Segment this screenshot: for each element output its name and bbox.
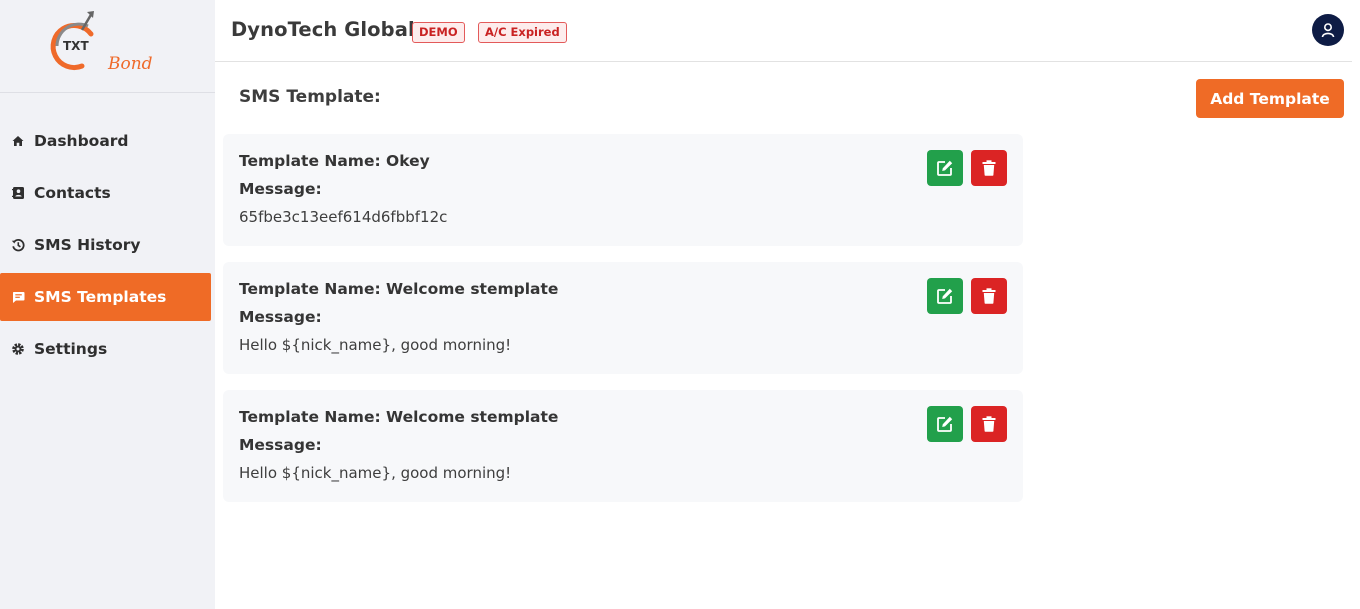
message-label: Message: [239,308,322,326]
top-bar: DynoTech Global DEMO A/C Expired [215,0,1352,62]
message-label: Message: [239,436,322,454]
history-icon [11,238,25,252]
contacts-icon [11,186,25,200]
trash-icon [982,160,996,176]
template-card: Template Name: Welcome stemplate Message… [223,262,1023,374]
sidebar-item-settings[interactable]: Settings [0,325,211,373]
sidebar-item-contacts[interactable]: Contacts [0,169,211,217]
edit-icon [937,416,953,432]
company-name: DynoTech Global [231,18,415,41]
template-name: Template Name: Okey [239,152,430,170]
template-name: Template Name: Welcome stemplate [239,280,559,298]
sidebar-divider [0,92,215,93]
trash-icon [982,288,996,304]
page-title: SMS Template: [239,87,381,107]
message-label: Message: [239,180,322,198]
txtbond-logo[interactable]: TXT Bond [46,8,156,78]
message-text: 65fbe3c13eef614d6fbbf12c [239,208,448,226]
account-expired-badge: A/C Expired [478,22,567,43]
template-card: Template Name: Welcome stemplate Message… [223,390,1023,502]
template-card: Template Name: Okey Message: 65fbe3c13ee… [223,134,1023,246]
sidebar-item-label: Dashboard [34,132,129,150]
sidebar-item-label: Contacts [34,184,111,202]
edit-template-button[interactable] [927,150,963,186]
trash-icon [982,416,996,432]
delete-template-button[interactable] [971,150,1007,186]
message-text: Hello ${nick_name}, good morning! [239,464,512,482]
edit-icon [937,288,953,304]
sidebar-item-label: SMS Templates [34,288,167,306]
logo-wordmark: Bond [108,54,153,74]
message-icon [11,290,25,304]
edit-icon [937,160,953,176]
sidebar-nav: Dashboard Contacts SMS History SMS Templ… [0,117,215,377]
delete-template-button[interactable] [971,406,1007,442]
template-name: Template Name: Welcome stemplate [239,408,559,426]
edit-template-button[interactable] [927,278,963,314]
home-icon [11,134,25,148]
delete-template-button[interactable] [971,278,1007,314]
sidebar-item-sms-templates[interactable]: SMS Templates [0,273,211,321]
sidebar-item-label: Settings [34,340,108,358]
add-template-button[interactable]: Add Template [1196,79,1344,118]
sidebar: TXT Bond Dashboard Contacts SMS History [0,0,215,609]
sidebar-item-dashboard[interactable]: Dashboard [0,117,211,165]
user-icon [1321,23,1335,38]
sidebar-item-label: SMS History [34,236,141,254]
gear-icon [11,342,25,356]
demo-badge: DEMO [412,22,465,43]
message-text: Hello ${nick_name}, good morning! [239,336,512,354]
svg-text:TXT: TXT [63,39,89,53]
user-avatar-button[interactable] [1312,14,1344,46]
sidebar-item-sms-history[interactable]: SMS History [0,221,211,269]
edit-template-button[interactable] [927,406,963,442]
